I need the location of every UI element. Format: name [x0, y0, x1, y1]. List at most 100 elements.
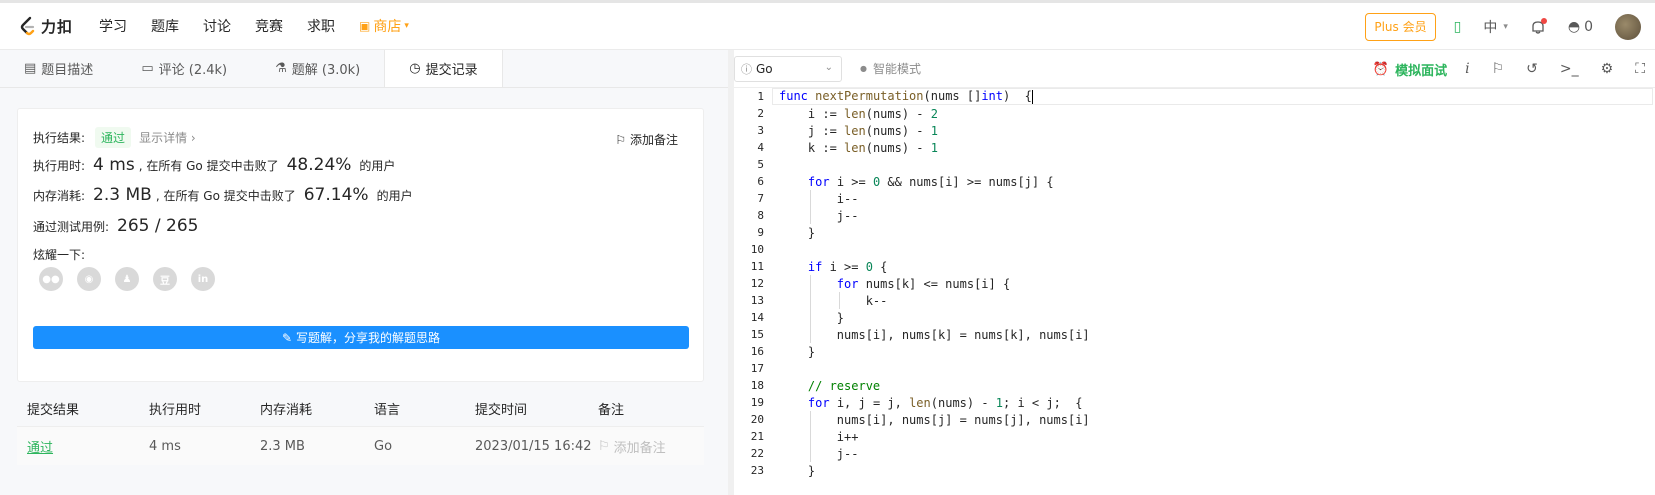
table-row[interactable]: 通过 4 ms 2.3 MB Go 2023/01/15 16:42 ⚐ 添加备…: [17, 427, 704, 465]
tab-solutions[interactable]: ⚗ 题解 (3.0k): [251, 50, 384, 87]
info-i-icon[interactable]: i: [1465, 61, 1469, 77]
notification-bell-icon[interactable]: [1530, 17, 1547, 35]
reset-icon[interactable]: ↺: [1526, 61, 1538, 77]
code-line: 4 k := len(nums) - 1: [757, 140, 938, 155]
language-select[interactable]: ⓘ Go ⌄: [734, 55, 842, 82]
runtime-value: 4 ms: [93, 155, 135, 175]
settings-icon[interactable]: ⚙: [1601, 61, 1614, 77]
code-line: 9 }: [757, 225, 816, 240]
fullscreen-icon[interactable]: ⛶: [1635, 61, 1645, 77]
linkedin-icon[interactable]: in: [191, 267, 215, 291]
tab-label: 题解 (3.0k): [291, 63, 361, 78]
col-note: 备注: [598, 403, 625, 418]
memory-row: 内存消耗: 2.3 MB , 在所有 Go 提交中击败了 67.14% 的用户: [33, 185, 413, 205]
tab-description[interactable]: ▤ 题目描述: [0, 50, 117, 87]
code-line: 14 }: [750, 309, 845, 326]
code-line: 2 i := len(nums) - 2: [757, 106, 938, 121]
runtime-text: , 在所有 Go 提交中击败了: [138, 159, 279, 173]
flag-icon: ⚐: [615, 132, 626, 147]
weibo-icon[interactable]: ◉: [77, 267, 101, 291]
memory-text: , 在所有 Go 提交中击败了: [155, 189, 296, 203]
alarm-clock-icon: ⏰: [1372, 61, 1390, 77]
mobile-app-icon[interactable]: ▯: [1454, 19, 1462, 35]
code-line: 8 j--: [757, 207, 859, 224]
notification-dot: [1540, 17, 1547, 24]
memory-label: 内存消耗:: [33, 189, 86, 203]
qq-icon[interactable]: ♟: [115, 267, 139, 291]
nav-learn[interactable]: 学习: [99, 16, 127, 36]
result-status-row: 执行结果: 通过 显示详情 ›: [33, 127, 196, 148]
avatar[interactable]: [1615, 13, 1641, 40]
row-language: Go: [374, 438, 393, 454]
code-line: 5: [757, 158, 764, 171]
code-line: 19 for i, j = j, len(nums) - 1; i < j; {: [750, 395, 1083, 410]
language-switch[interactable]: 中 ▾: [1483, 17, 1508, 37]
code-line: 16 }: [750, 344, 816, 359]
status-label: 执行结果:: [33, 131, 86, 145]
result-card: 执行结果: 通过 显示详情 › ⚐ 添加备注 执行用时: 4 ms , 在所有 …: [17, 108, 704, 382]
nav-shop[interactable]: ▣ 商店 ▾: [359, 16, 409, 36]
code-line: 22 j--: [750, 445, 859, 462]
code-line: 1 func nextPermutation(nums []int) {: [734, 88, 1655, 105]
leetcode-logo-icon: [20, 16, 35, 36]
nav-jobs[interactable]: 求职: [307, 16, 335, 36]
console-icon[interactable]: >_: [1560, 61, 1579, 77]
streak-counter[interactable]: ◓ 0: [1568, 19, 1593, 35]
shop-icon: ▣: [359, 19, 371, 33]
mock-interview-button[interactable]: ⏰ 模拟面试: [1373, 60, 1447, 79]
shop-label: 商店: [373, 19, 402, 35]
col-result: 提交结果: [27, 403, 80, 418]
testcases-label: 通过测试用例:: [33, 220, 110, 234]
write-solution-button[interactable]: ✎ 写题解，分享我的解题思路: [33, 326, 689, 349]
status-badge: 通过: [95, 127, 132, 148]
row-submit-time: 2023/01/15 16:42: [475, 438, 592, 454]
flag-icon[interactable]: ⚐: [1492, 61, 1505, 77]
tab-submissions[interactable]: ◷ 提交记录: [384, 50, 503, 87]
nav-contest[interactable]: 竞赛: [255, 16, 283, 36]
nav-discuss[interactable]: 讨论: [203, 16, 231, 36]
clock-icon: ◷: [409, 61, 421, 76]
tab-comments[interactable]: ▭ 评论 (2.4k): [117, 50, 251, 87]
memory-percent: 67.14%: [303, 185, 369, 205]
editor-toolbar: ⓘ Go ⌄ ● 智能模式 ⏰ 模拟面试 i ⚐ ↺ >_ ⚙ ⛶: [734, 50, 1655, 88]
code-line: 10: [750, 243, 764, 256]
code-line: 12 for nums[k] <= nums[i] {: [750, 275, 1011, 292]
col-memory: 内存消耗: [260, 403, 313, 418]
tab-label: 提交记录: [425, 63, 478, 78]
memory-users: 的用户: [376, 189, 413, 203]
wechat-icon[interactable]: ●●: [39, 267, 63, 291]
submissions-table: 提交结果 执行用时 内存消耗 语言 提交时间 备注 通过 4 ms 2.3 MB…: [17, 391, 704, 465]
table-header: 提交结果 执行用时 内存消耗 语言 提交时间 备注: [17, 391, 704, 427]
code-editor[interactable]: 1 func nextPermutation(nums []int) { 2 i …: [734, 88, 1655, 495]
row-note-label: 添加备注: [613, 440, 666, 456]
code-line: 3 j := len(nums) - 1: [757, 123, 938, 138]
nav-problemset[interactable]: 题库: [151, 16, 179, 36]
problem-tabs: ▤ 题目描述 ▭ 评论 (2.4k) ⚗ 题解 (3.0k) ◷ 提交记录: [0, 50, 728, 88]
fire-icon: ◓: [1567, 18, 1581, 35]
share-row: 炫耀一下:: [33, 246, 85, 263]
add-note-button[interactable]: ⚐ 添加备注: [615, 131, 678, 148]
smart-mode-toggle[interactable]: ● 智能模式: [860, 60, 921, 77]
col-time: 提交时间: [475, 403, 528, 418]
runtime-label: 执行用时:: [33, 159, 86, 173]
chevron-down-icon: ▾: [404, 21, 409, 31]
col-runtime: 执行用时: [149, 403, 202, 418]
editor-panel: ⓘ Go ⌄ ● 智能模式 ⏰ 模拟面试 i ⚐ ↺ >_ ⚙ ⛶ 1 func …: [734, 50, 1655, 495]
row-result-link[interactable]: 通过: [27, 441, 53, 456]
info-icon: ⓘ: [741, 62, 752, 76]
logo[interactable]: 力扣: [18, 16, 73, 37]
row-add-note[interactable]: ⚐ 添加备注: [598, 437, 698, 456]
runtime-row: 执行用时: 4 ms , 在所有 Go 提交中击败了 48.24% 的用户: [33, 155, 395, 175]
memory-value: 2.3 MB: [93, 185, 152, 205]
row-memory: 2.3 MB: [260, 438, 305, 454]
description-icon: ▤: [24, 61, 37, 76]
plus-member-button[interactable]: Plus 会员: [1365, 12, 1436, 41]
code-line: 18 // reserve: [750, 378, 881, 393]
code-line: 23 }: [750, 463, 816, 478]
code-line: 11 if i >= 0 {: [750, 259, 888, 274]
douban-icon[interactable]: 豆: [153, 267, 177, 291]
main-nav: 学习 题库 讨论 竞赛 求职 ▣ 商店 ▾: [99, 16, 433, 36]
tab-label: 题目描述: [41, 63, 94, 78]
show-details-link[interactable]: 显示详情 ›: [139, 129, 196, 146]
code-line: 6 for i >= 0 && nums[i] >= nums[j] {: [757, 174, 1054, 189]
